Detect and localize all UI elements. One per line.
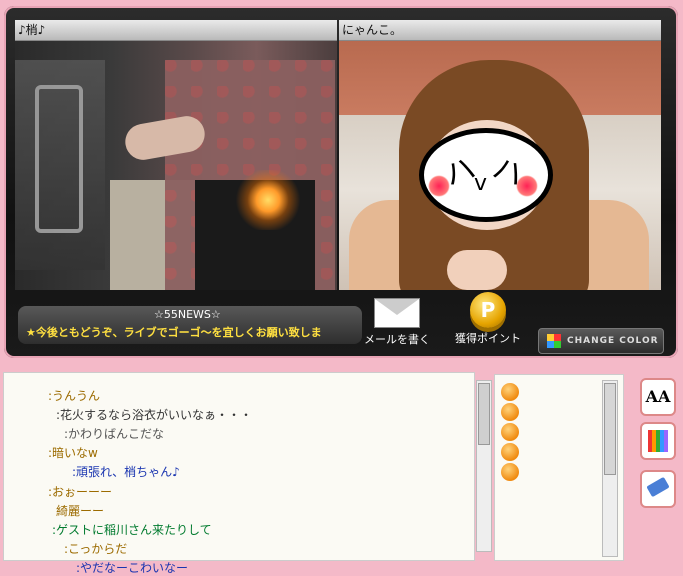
points-label: 獲得ポイント: [455, 332, 521, 345]
right-camera-title: にゃんこ。: [339, 20, 661, 41]
font-icon: AA: [645, 387, 671, 406]
heart-icon: [501, 423, 519, 441]
chat-line: :かわりばんこだな: [64, 427, 165, 441]
eraser-button[interactable]: [640, 470, 676, 508]
heart-icon: [501, 403, 519, 421]
chat-line: :うんうん: [48, 389, 101, 403]
chat-line: 綺麗ーー: [56, 504, 105, 518]
write-mail-label: メールを書く: [364, 333, 430, 346]
font-size-button[interactable]: AA: [640, 378, 676, 416]
pencils-icon: [648, 430, 668, 452]
chat-line: :ゲストに稲川さん来たりして: [52, 523, 212, 537]
chat-line: :やだなーこわいなー: [76, 561, 189, 575]
chair-shape: [15, 60, 105, 270]
chat-log[interactable]: :うんうん :花火するなら浴衣がいいなぁ・・・ :かわりばんこだな :暗いなw …: [3, 372, 475, 575]
sparkler-icon: [233, 170, 303, 230]
chat-scrollbar[interactable]: [476, 380, 492, 552]
color-pencils-button[interactable]: [640, 422, 676, 460]
palette-icon: [547, 333, 561, 348]
left-camera[interactable]: ♪梢♪: [15, 20, 337, 290]
heart-icon: [501, 463, 519, 481]
member-scrollbar[interactable]: [602, 380, 618, 557]
eraser-icon: [646, 476, 670, 498]
heart-icon: [501, 383, 519, 401]
cheek-right: [516, 175, 538, 197]
news-bar: ☆55NEWS☆ ★今後ともどうぞ、ライブでゴーゴ～を宜しくお願い致しま: [18, 306, 362, 344]
chat-line: :頑張れ、梢ちゃん♪: [72, 465, 180, 479]
mask-mouth: v: [474, 171, 488, 196]
write-mail-button[interactable]: メールを書く: [364, 298, 430, 347]
right-camera[interactable]: にゃんこ。 ハ ハ v: [339, 20, 661, 290]
points-button[interactable]: P 獲得ポイント: [450, 292, 526, 346]
change-color-label: CHANGE COLOR: [567, 336, 659, 346]
coin-icon: P: [470, 292, 506, 328]
change-color-button[interactable]: CHANGE COLOR: [538, 328, 664, 354]
chat-line: :花火するなら浴衣がいいなぁ・・・: [56, 408, 253, 422]
heart-icon: [501, 443, 519, 461]
video-stage: ♪梢♪ にゃんこ。 ハ ハ v ☆55NEWS☆ ★今後ともどうぞ、ライブでゴー…: [4, 6, 678, 358]
chat-line: :おぉーーー: [48, 485, 113, 499]
right-video: ハ ハ v: [339, 40, 661, 290]
news-text: ★今後ともどうぞ、ライブでゴーゴ～を宜しくお願い致しま: [26, 326, 322, 339]
member-scroll-thumb[interactable]: [604, 383, 616, 475]
left-video: [15, 40, 337, 290]
hand-shape: [447, 250, 507, 290]
chat-line: :こっからだ: [64, 542, 128, 556]
cheek-left: [428, 175, 450, 197]
face-mask-icon: ハ ハ v: [419, 128, 553, 222]
left-camera-title: ♪梢♪: [15, 20, 337, 41]
chat-scroll-thumb[interactable]: [478, 383, 490, 445]
news-title: ☆55NEWS☆: [154, 308, 221, 321]
chat-line: :暗いなw: [48, 446, 98, 460]
envelope-icon: [374, 298, 420, 328]
